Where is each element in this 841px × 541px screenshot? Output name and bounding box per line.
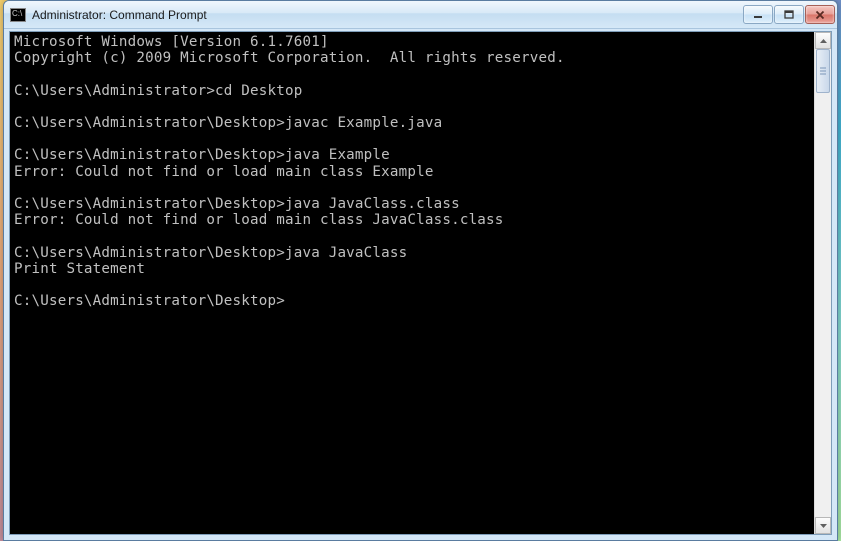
scroll-thumb[interactable] xyxy=(816,49,830,93)
terminal-line: C:\Users\Administrator\Desktop>javac Exa… xyxy=(14,115,810,131)
terminal-line: C:\Users\Administrator\Desktop>java Java… xyxy=(14,196,810,212)
terminal-line xyxy=(14,277,810,293)
titlebar[interactable]: C:\ Administrator: Command Prompt xyxy=(4,1,837,29)
command-prompt-window: C:\ Administrator: Command Prompt Micros… xyxy=(3,0,838,541)
terminal-line: C:\Users\Administrator\Desktop> xyxy=(14,293,810,309)
terminal-line: C:\Users\Administrator\Desktop>java Exam… xyxy=(14,147,810,163)
terminal-line: Microsoft Windows [Version 6.1.7601] xyxy=(14,34,810,50)
terminal-line: C:\Users\Administrator>cd Desktop xyxy=(14,83,810,99)
close-icon xyxy=(815,10,825,20)
scroll-up-button[interactable] xyxy=(815,32,831,49)
vertical-scrollbar[interactable] xyxy=(814,32,831,534)
chevron-down-icon xyxy=(820,524,827,528)
terminal-output[interactable]: Microsoft Windows [Version 6.1.7601]Copy… xyxy=(10,32,814,534)
terminal-line xyxy=(14,99,810,115)
window-title: Administrator: Command Prompt xyxy=(32,8,743,22)
chevron-up-icon xyxy=(820,39,827,43)
close-button[interactable] xyxy=(805,5,835,24)
terminal-line: Error: Could not find or load main class… xyxy=(14,164,810,180)
scroll-track[interactable] xyxy=(815,49,831,517)
minimize-button[interactable] xyxy=(743,5,773,24)
terminal-area: Microsoft Windows [Version 6.1.7601]Copy… xyxy=(9,31,832,535)
maximize-icon xyxy=(784,10,794,20)
terminal-line xyxy=(14,228,810,244)
scroll-down-button[interactable] xyxy=(815,517,831,534)
minimize-icon xyxy=(753,10,763,20)
terminal-line xyxy=(14,131,810,147)
terminal-line xyxy=(14,66,810,82)
terminal-line: Error: Could not find or load main class… xyxy=(14,212,810,228)
terminal-line: Print Statement xyxy=(14,261,810,277)
terminal-line: C:\Users\Administrator\Desktop>java Java… xyxy=(14,245,810,261)
window-controls xyxy=(743,5,835,24)
app-icon: C:\ xyxy=(10,8,26,22)
terminal-line: Copyright (c) 2009 Microsoft Corporation… xyxy=(14,50,810,66)
maximize-button[interactable] xyxy=(774,5,804,24)
terminal-line xyxy=(14,180,810,196)
